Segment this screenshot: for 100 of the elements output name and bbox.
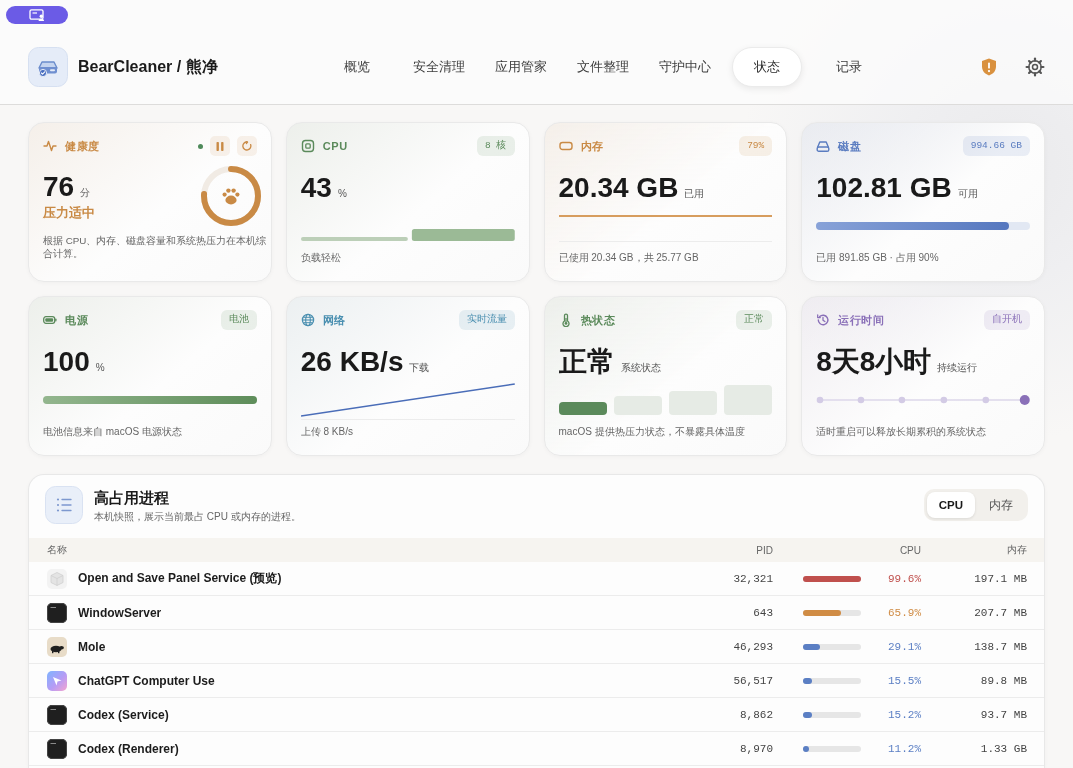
- metric-value: 8天8小时: [816, 345, 932, 379]
- clock-arrow-icon: [816, 313, 831, 327]
- metric-unit: 持续运行: [937, 361, 978, 375]
- cpu-usage-bar: [803, 745, 861, 752]
- terminal-icon: [47, 602, 67, 623]
- process-id: 56,517: [733, 674, 773, 687]
- card-note: 适时重启可以释放长期累积的系统状态: [816, 425, 987, 439]
- card-tag: 正常: [736, 310, 773, 330]
- process-name: Codex (Renderer): [78, 741, 179, 756]
- memory-usage: 1.33 GB: [980, 742, 1027, 755]
- process-name: Codex (Service): [78, 707, 169, 722]
- status-dot-icon: [197, 143, 203, 149]
- card-note: macOS 提供热压力状态，不暴露具体温度: [558, 425, 745, 439]
- process-id: 32,321: [733, 572, 773, 585]
- card-title: 运行时间: [838, 312, 885, 328]
- column-header: CPU: [899, 544, 921, 556]
- metric-unit: %: [95, 362, 105, 373]
- screen-share-indicator[interactable]: [6, 6, 68, 24]
- card-title: 健康度: [65, 138, 100, 154]
- card-note: 负载轻松: [300, 251, 341, 265]
- nav-tab[interactable]: 记录: [814, 47, 884, 87]
- card-tag: 8 核: [477, 136, 515, 156]
- memory-usage: 197.1 MB: [974, 572, 1027, 585]
- card-tag: 自开机: [984, 310, 1030, 330]
- card-tag: 79%: [739, 136, 773, 156]
- metric-value: 43: [300, 171, 332, 205]
- cpu-usage-bar: [803, 711, 861, 718]
- gradient-app-icon: [47, 670, 67, 691]
- process-name: ChatGPT Computer Use: [78, 673, 215, 688]
- memory-usage: 207.7 MB: [974, 606, 1027, 619]
- health-status: 压力适中: [43, 204, 95, 222]
- metric-unit: %: [337, 188, 347, 199]
- terminal-icon: [47, 738, 67, 759]
- drive-logo-icon: [28, 47, 68, 87]
- column-header: 内存: [1007, 543, 1027, 557]
- pause-button[interactable]: [209, 136, 230, 156]
- metric-unit: 分: [80, 186, 91, 200]
- card-note: 上传 8 KB/s: [300, 425, 353, 439]
- screen-person-icon: [29, 9, 45, 21]
- process-name: Open and Save Panel Service (预览): [78, 570, 282, 587]
- cpu-percent: 65.9%: [888, 606, 921, 619]
- globe-icon: [300, 313, 315, 327]
- nav-tab[interactable]: 文件整理: [568, 47, 638, 87]
- process-id: 8,970: [740, 742, 773, 755]
- metric-value: 100: [43, 345, 90, 379]
- card-note: 已用 891.85 GB · 占用 90%: [816, 251, 939, 265]
- card-note: 根据 CPU、内存、磁盘容量和系统热压力在本机综合计算。: [43, 234, 267, 260]
- cpu-percent: 99.6%: [888, 572, 921, 585]
- cpu-usage-bar: [803, 609, 861, 616]
- column-header: 名称: [47, 543, 67, 557]
- cpu-usage-bar: [803, 677, 861, 684]
- metric-value: 26 KB/s: [300, 345, 404, 379]
- cpu-percent: 11.2%: [888, 742, 921, 755]
- process-id: 46,293: [733, 640, 773, 653]
- metric-unit: 已用: [684, 187, 705, 201]
- settings-icon[interactable]: [1025, 57, 1045, 77]
- pulse-icon: [43, 139, 57, 153]
- memory-usage: 89.8 MB: [980, 674, 1027, 687]
- card-title: CPU: [322, 140, 348, 152]
- panel-title: 高占用进程: [94, 487, 169, 508]
- card-tag: 994.66 GB: [962, 136, 1030, 156]
- nav-tab[interactable]: 概览: [322, 47, 392, 87]
- cube-icon: [47, 568, 67, 589]
- shield-alert-icon[interactable]: [979, 57, 999, 77]
- list-icon: [45, 486, 83, 524]
- panel-subtitle: 本机快照，展示当前最占 CPU 或内存的进程。: [94, 509, 301, 523]
- process-id: 643: [753, 606, 773, 619]
- card-tag: 实时流量: [458, 310, 515, 330]
- card-title: 内存: [580, 138, 604, 154]
- memory-usage: 93.7 MB: [980, 708, 1027, 721]
- sort-tab[interactable]: CPU: [926, 492, 975, 518]
- card-note: 已使用 20.34 GB，共 25.77 GB: [558, 251, 699, 265]
- process-id: 8,862: [740, 708, 773, 721]
- nav-tab[interactable]: 安全清理: [404, 47, 474, 87]
- metric-value: 20.34 GB: [558, 171, 679, 205]
- chip-icon: [300, 139, 315, 153]
- animal-icon: [47, 636, 67, 657]
- metric-value: 正常: [558, 345, 615, 379]
- metric-value: 76: [43, 170, 75, 204]
- cpu-percent: 15.2%: [888, 708, 921, 721]
- process-name: WindowServer: [78, 605, 162, 620]
- pause-icon: [215, 141, 224, 151]
- nav-tab[interactable]: 应用管家: [486, 47, 556, 87]
- nav-tab[interactable]: 守护中心: [650, 47, 720, 87]
- metric-value: 102.81 GB: [816, 171, 952, 205]
- memory-usage: 138.7 MB: [974, 640, 1027, 653]
- cpu-usage-bar: [803, 643, 861, 650]
- nav-tab[interactable]: 状态: [732, 47, 802, 87]
- battery-icon: [43, 313, 57, 327]
- metric-unit: 下载: [409, 361, 430, 375]
- sort-tab[interactable]: 内存: [977, 492, 1025, 518]
- cpu-percent: 15.5%: [888, 674, 921, 687]
- refresh-button[interactable]: [236, 136, 257, 156]
- card-title: 磁盘: [838, 138, 862, 154]
- paw-icon: [222, 188, 240, 205]
- rounded-rect-icon: [558, 139, 573, 153]
- refresh-icon: [241, 141, 252, 151]
- process-name: Mole: [78, 639, 106, 654]
- metric-unit: 系统状态: [620, 361, 661, 375]
- card-note: 电池信息来自 macOS 电源状态: [43, 425, 182, 439]
